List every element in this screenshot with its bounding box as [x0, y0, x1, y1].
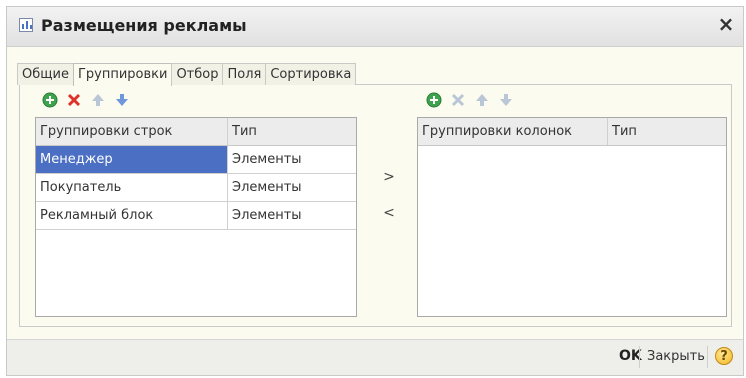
dialog-window: Размещения рекламы × Общие Группировки О… [6, 6, 744, 376]
close-button[interactable]: Закрыть [647, 349, 705, 364]
grouping-type-cell[interactable]: Элементы [228, 202, 356, 229]
help-icon[interactable]: ? [715, 347, 733, 365]
column-header[interactable]: Тип [608, 118, 726, 145]
row-groupings-table[interactable]: Группировки строк Тип Менеджер Элементы … [35, 117, 357, 317]
tab-sorting[interactable]: Сортировка [265, 63, 357, 85]
tab-fields[interactable]: Поля [222, 63, 267, 85]
close-icon[interactable]: × [715, 13, 737, 35]
move-up-icon[interactable] [473, 91, 491, 109]
move-left-button[interactable]: < [381, 205, 397, 221]
table-row[interactable]: Рекламный блок Элементы [36, 202, 356, 230]
add-icon[interactable] [41, 91, 59, 109]
table-row[interactable]: Менеджер Элементы [36, 146, 356, 174]
table-header: Группировки колонок Тип [418, 118, 726, 146]
delete-icon[interactable] [449, 91, 467, 109]
delete-icon[interactable] [65, 91, 83, 109]
grouping-type-cell[interactable]: Элементы [228, 146, 356, 173]
column-header[interactable]: Тип [228, 118, 356, 145]
grouping-name-cell[interactable]: Рекламный блок [36, 202, 228, 229]
tab-filter[interactable]: Отбор [171, 63, 224, 85]
column-header[interactable]: Группировки колонок [418, 118, 608, 145]
grouping-type-cell[interactable]: Элементы [228, 174, 356, 201]
move-down-icon[interactable] [113, 91, 131, 109]
table-header: Группировки строк Тип [36, 118, 356, 146]
row-groupings-toolbar [41, 91, 131, 111]
tab-groupings[interactable]: Группировки [72, 63, 173, 86]
move-right-button[interactable]: > [381, 169, 397, 185]
move-up-icon[interactable] [89, 91, 107, 109]
dialog-footer: OK Закрыть ? [7, 339, 743, 375]
grouping-name-cell[interactable]: Менеджер [36, 146, 228, 173]
add-icon[interactable] [425, 91, 443, 109]
window-title: Размещения рекламы [41, 16, 247, 35]
tab-general[interactable]: Общие [17, 63, 74, 85]
grouping-name-cell[interactable]: Покупатель [36, 174, 228, 201]
column-header[interactable]: Группировки строк [36, 118, 228, 145]
tab-bar: Общие Группировки Отбор Поля Сортировка [17, 63, 357, 86]
move-down-icon[interactable] [497, 91, 515, 109]
column-groupings-table[interactable]: Группировки колонок Тип [417, 117, 727, 317]
separator [639, 346, 640, 368]
title-bar: Размещения рекламы × [7, 7, 743, 47]
table-row[interactable]: Покупатель Элементы [36, 174, 356, 202]
report-icon [19, 18, 33, 32]
separator [707, 346, 708, 368]
column-groupings-toolbar [425, 91, 515, 111]
